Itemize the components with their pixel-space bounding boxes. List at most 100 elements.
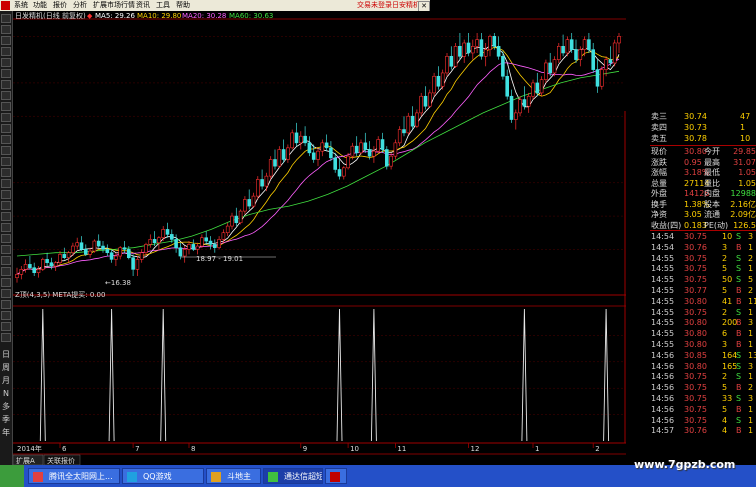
toolbar-button-30[interactable] [1,333,11,342]
candle [238,209,243,225]
menu-analysis[interactable]: 分析 [73,0,87,11]
tick-row: 14:56 30.75 4 S 1 [651,415,754,425]
quote-stat-row: 总量 27114 量比 1.05 [651,178,756,188]
range-annotation: 18.97 - 19.01 [196,255,243,263]
menu-help[interactable]: 帮助 [176,0,190,11]
candle [256,176,260,200]
candle [432,72,436,97]
tick-row: 14:56 30.75 2 S 1 [651,372,754,382]
quote-stat-row: 涨幅 3.18% 最低 1.05 [651,168,756,177]
toolbar-button-3[interactable] [1,36,11,45]
toolbar-button-5[interactable] [1,58,11,67]
toolbar-button-23[interactable] [1,256,11,265]
tick-row: 14:56 30.75 5 B 1 [651,404,754,414]
ma20-label: MA20: 30.28 [182,12,226,20]
toolbar-button-29[interactable] [1,322,11,331]
toolbar-button-2[interactable] [1,25,11,34]
toolbar-button-11[interactable] [1,124,11,133]
toolbar-button-17[interactable] [1,190,11,199]
candle [268,156,273,180]
toolbar-button-1[interactable] [1,14,11,23]
menu-system[interactable]: 系统 [14,0,28,11]
tick-row: 14:55 30.80 41 B 11 [651,296,756,306]
tick-row: 14:55 30.80 200 B 3 [651,318,754,328]
toolbar-button-20[interactable] [1,223,11,232]
toolbar-button-25[interactable] [1,278,11,287]
tick-row: 14:54 30.76 3 B 1 [651,242,754,252]
period-day[interactable]: 日 [1,349,11,360]
low-price-annotation: ←16.38 [105,279,131,287]
candle [277,146,282,168]
candle [406,112,411,135]
toolbar-button-19[interactable] [1,212,11,221]
toolbar-button-27[interactable] [1,300,11,309]
menu-tools[interactable]: 工具 [156,0,170,11]
kline-chart[interactable]: 日发精机(日线 前复权) ◆ MA5: 29.26 MA10: 29.80 MA… [13,11,626,465]
period-quarter[interactable]: 季 [1,414,11,425]
toolbar-button-7[interactable] [1,80,11,89]
menu-quote[interactable]: 报价 [53,0,67,11]
toolbar-button-10[interactable] [1,113,11,122]
quote-stat-row: 收益(四) 0.183 PE(动) 126.5 [651,220,756,230]
toolbar-button-4[interactable] [1,47,11,56]
ask-row-5: 卖五 30.78 10 [651,134,751,143]
tick-row: 14:55 30.75 2 S 1 [651,307,754,317]
candle [92,239,97,253]
chart-title: 日发精机(日线 前复权) [15,11,86,20]
promo-link[interactable]: 日安精机 [392,0,420,11]
quote-stat-row: 净资 3.05 流通 2.09亿 [651,210,756,219]
period-year[interactable]: 年 [1,427,11,438]
tab-related-quote-label: 关联报价 [47,456,75,465]
qq-game-icon [127,472,137,482]
tick-row: 14:56 30.75 5 B 2 [651,383,754,393]
quote-stat-row: 涨跌 0.95 最高 31.07 [651,157,756,167]
candle [544,59,548,83]
period-week[interactable]: 周 [1,362,11,373]
task-item-2[interactable]: QQ游戏 [122,468,204,484]
trade-login-status[interactable]: 交易未登录 [357,0,392,11]
menu-news[interactable]: 资讯 [136,0,150,11]
toolbar-button-16[interactable] [1,179,11,188]
menu-function[interactable]: 功能 [33,0,47,11]
menu-extended-market[interactable]: 扩展市场行情 [93,0,135,11]
tick-row: 14:56 30.85 164 S 13 [651,350,756,360]
ma5-label: MA5: 29.26 [95,12,135,20]
tick-row: 14:55 30.75 2 S 2 [651,253,754,263]
toolbar-button-21[interactable] [1,234,11,243]
date-label-3: 8 [191,445,195,453]
candle [599,66,604,90]
toolbar-button-26[interactable] [1,289,11,298]
app-logo-icon [1,1,10,10]
start-button[interactable] [0,465,24,487]
ma-arrow-icon: ◆ [87,12,93,20]
toolbar-button-12[interactable] [1,135,11,144]
indicator-title: Z顶(4,3,5) META提买: 0.00 [15,290,105,299]
toolbar-button-24[interactable] [1,267,11,276]
toolbar-button-22[interactable] [1,245,11,254]
toolbar-button-8[interactable] [1,91,11,100]
candle [453,42,458,68]
task-item-3[interactable]: 斗地主 [206,468,261,484]
toolbar-button-28[interactable] [1,311,11,320]
period-multi[interactable]: 多 [1,401,11,412]
tick-row: 14:55 30.75 50 S 5 [651,275,754,285]
toolbar-button-6[interactable] [1,69,11,78]
bottom-tabs: 扩展A 关联报价 [13,454,81,465]
tick-row: 14:55 30.77 5 B 2 [651,286,754,295]
task-item-1[interactable]: 腾讯全太阳网上... [28,468,120,484]
menu-bar: 系统 功能 报价 分析 扩展市场行情 资讯 工具 帮助 交易未登录 日安精机 [0,0,430,11]
toolbar-button-14[interactable] [1,157,11,166]
candle [445,52,449,77]
toolbar-button-13[interactable] [1,146,11,155]
period-n[interactable]: N [1,388,11,399]
date-label-6: 11 [397,445,406,453]
toolbar-button-15[interactable] [1,168,11,177]
toolbar-button-18[interactable] [1,201,11,210]
task-item-4[interactable]: 通达信超短线买... [263,468,323,484]
quote-stat-row: 现价 30.80 今开 29.85 [651,147,756,156]
task-item-5[interactable] [325,468,347,484]
toolbar-button-9[interactable] [1,102,11,111]
period-month[interactable]: 月 [1,375,11,386]
tick-row: 14:55 30.80 6 B 1 [651,329,754,339]
date-label-2: 7 [135,445,139,453]
